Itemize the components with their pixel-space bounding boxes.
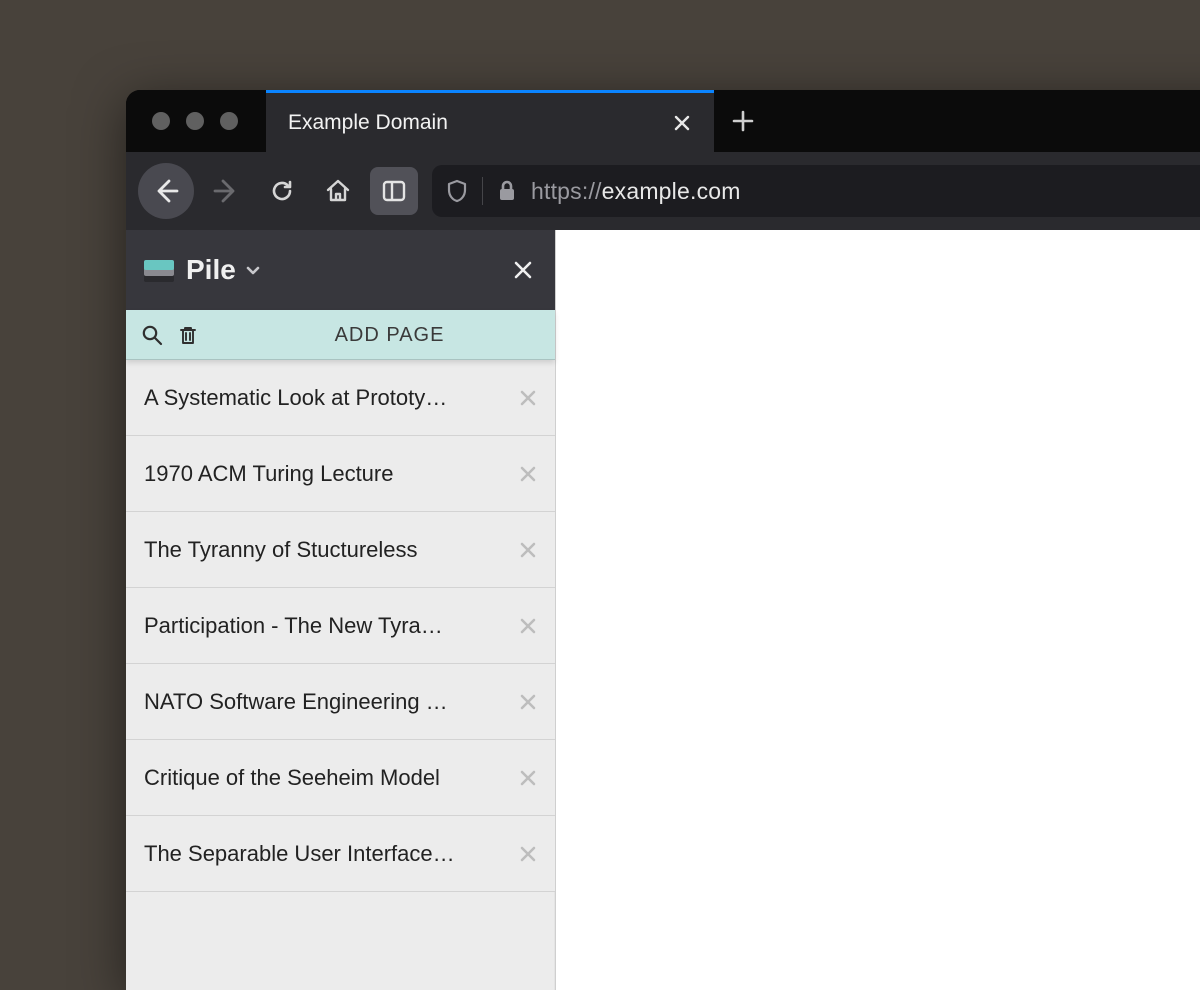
sidebar-title[interactable]: Pile xyxy=(186,254,236,286)
list-item[interactable]: The Separable User Interface… xyxy=(126,816,555,892)
list-item-title: The Separable User Interface… xyxy=(144,841,513,867)
close-tab-button[interactable] xyxy=(668,109,696,137)
traffic-light-zoom[interactable] xyxy=(220,112,238,130)
close-sidebar-button[interactable] xyxy=(507,254,539,286)
list-item-title: NATO Software Engineering … xyxy=(144,689,513,715)
tab-title: Example Domain xyxy=(288,111,668,135)
home-button[interactable] xyxy=(314,167,362,215)
separator xyxy=(482,177,483,205)
remove-item-button[interactable] xyxy=(513,535,543,565)
page-content xyxy=(556,230,1200,990)
close-icon xyxy=(520,770,536,786)
close-icon xyxy=(673,114,691,132)
list-item[interactable]: Critique of the Seeheim Model xyxy=(126,740,555,816)
remove-item-button[interactable] xyxy=(513,611,543,641)
home-icon xyxy=(325,178,351,204)
trash-icon xyxy=(177,324,199,346)
new-tab-button[interactable] xyxy=(714,90,772,152)
tab-strip: Example Domain xyxy=(126,90,1200,152)
url-scheme: https:// xyxy=(531,178,602,204)
list-item[interactable]: 1970 ACM Turing Lecture xyxy=(126,436,555,512)
plus-icon xyxy=(732,110,754,132)
list-item-title: Critique of the Seeheim Model xyxy=(144,765,513,791)
search-icon xyxy=(141,324,163,346)
reload-button[interactable] xyxy=(258,167,306,215)
list-item[interactable]: Participation - The New Tyra… xyxy=(126,588,555,664)
remove-item-button[interactable] xyxy=(513,763,543,793)
navigation-toolbar: https://example.com xyxy=(126,152,1200,230)
sidebar-header: Pile xyxy=(126,230,555,310)
list-item[interactable]: A Systematic Look at Prototy… xyxy=(126,360,555,436)
close-icon xyxy=(520,694,536,710)
sidebar-list: A Systematic Look at Prototy… 1970 ACM T… xyxy=(126,360,555,990)
remove-item-button[interactable] xyxy=(513,383,543,413)
sidebar-panel: Pile ADD PAGE A Syst xyxy=(126,230,556,990)
close-icon xyxy=(520,466,536,482)
reload-icon xyxy=(270,179,294,203)
remove-item-button[interactable] xyxy=(513,839,543,869)
list-item[interactable]: The Tyranny of Stuctureless xyxy=(126,512,555,588)
list-item[interactable]: NATO Software Engineering … xyxy=(126,664,555,740)
close-icon xyxy=(520,618,536,634)
add-page-button[interactable]: ADD PAGE xyxy=(206,324,547,347)
address-bar[interactable]: https://example.com xyxy=(432,165,1200,217)
delete-button[interactable] xyxy=(170,317,206,353)
window-controls xyxy=(126,90,266,152)
list-item-title: Participation - The New Tyra… xyxy=(144,613,513,639)
search-button[interactable] xyxy=(134,317,170,353)
sidebar-toggle-button[interactable] xyxy=(370,167,418,215)
forward-button[interactable] xyxy=(202,167,250,215)
remove-item-button[interactable] xyxy=(513,459,543,489)
content-area: Pile ADD PAGE A Syst xyxy=(126,230,1200,990)
browser-tab[interactable]: Example Domain xyxy=(266,90,714,152)
close-icon xyxy=(520,542,536,558)
chevron-down-icon[interactable] xyxy=(244,261,262,279)
sidebar-actions: ADD PAGE xyxy=(126,310,555,360)
close-icon xyxy=(520,390,536,406)
url-text: https://example.com xyxy=(531,178,741,205)
list-item-title: 1970 ACM Turing Lecture xyxy=(144,461,513,487)
pile-logo-icon xyxy=(144,258,174,282)
arrow-left-icon xyxy=(153,178,179,204)
traffic-light-minimize[interactable] xyxy=(186,112,204,130)
url-host: example.com xyxy=(602,178,741,204)
sidebar-icon xyxy=(381,178,407,204)
list-item-title: The Tyranny of Stuctureless xyxy=(144,537,513,563)
shield-icon[interactable] xyxy=(446,179,468,203)
list-item-title: A Systematic Look at Prototy… xyxy=(144,385,513,411)
close-icon xyxy=(513,260,533,280)
close-icon xyxy=(520,846,536,862)
arrow-right-icon xyxy=(213,178,239,204)
browser-window: Example Domain xyxy=(126,90,1200,990)
traffic-light-close[interactable] xyxy=(152,112,170,130)
lock-icon[interactable] xyxy=(497,180,517,202)
back-button[interactable] xyxy=(138,163,194,219)
remove-item-button[interactable] xyxy=(513,687,543,717)
